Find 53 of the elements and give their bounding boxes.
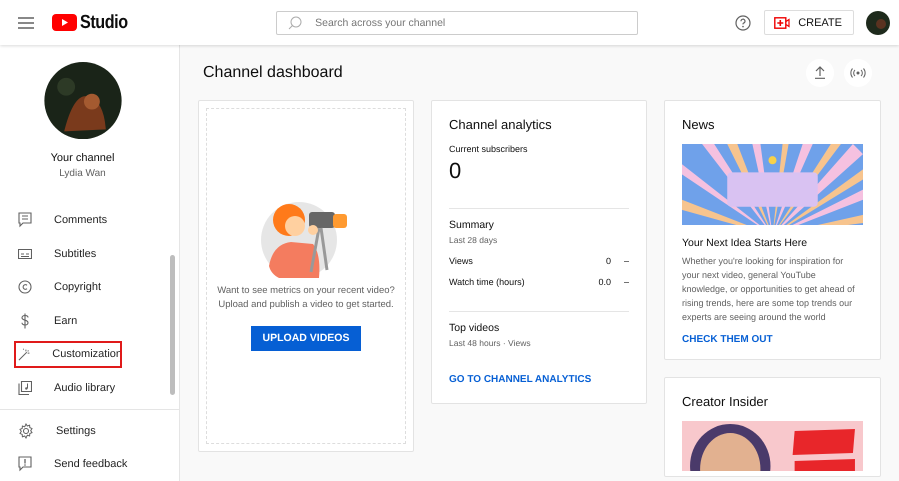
trend-mark: – — [622, 277, 629, 287]
channel-avatar[interactable] — [44, 62, 122, 140]
news-text: Whether you're looking for inspiration for your next video, general YouTube knowledge, or opportunities to get ahead of rising trends, here are some top trends our experts are seeing around the world — [682, 255, 856, 324]
video-plus-icon — [774, 16, 790, 28]
nav-item[interactable]: Subtitles — [0, 236, 179, 270]
period-label: Last 48 hours · Views — [449, 338, 532, 348]
broadcast-icon — [850, 68, 866, 78]
trend-mark: – — [622, 256, 629, 266]
feedback-icon — [18, 456, 32, 472]
period-label: Last 28 days — [449, 235, 498, 245]
live-button[interactable] — [844, 58, 872, 86]
upload-prompt: Want to see metrics on your recent video? Upload and publish a video to get started. — [216, 284, 396, 312]
scrollbar[interactable] — [170, 255, 175, 396]
channel-name: Lydia Wan — [59, 168, 106, 180]
news-headline: Your Next Idea Starts Here — [682, 237, 808, 249]
analytics-link[interactable]: GO TO CHANNEL ANALYTICS — [449, 374, 629, 385]
nav-item[interactable]: Copyright — [0, 270, 179, 304]
upload-videos-button[interactable]: UPLOAD VIDEOS — [250, 326, 362, 350]
page-title: Channel dashboard — [203, 64, 343, 82]
create-button[interactable]: CREATE — [764, 10, 854, 35]
metric-value: 0 — [606, 256, 611, 266]
subscriber-count: 0 — [449, 158, 462, 184]
nav-item[interactable]: Earn — [0, 304, 179, 338]
logo-text[interactable]: Studio — [80, 12, 128, 34]
channel-label: Your channel — [50, 152, 114, 164]
nav-item[interactable]: Audio library — [0, 371, 179, 405]
upload-icon — [814, 66, 826, 79]
metric-value: 0.0 — [598, 277, 611, 287]
metric-label: Watch time (hours) — [449, 277, 525, 287]
card-title: Creator Insider — [682, 394, 769, 409]
avatar[interactable] — [866, 10, 890, 34]
play-logo-icon[interactable] — [52, 14, 77, 31]
copyright-icon — [18, 279, 32, 296]
search-icon — [288, 16, 302, 30]
nav-item[interactable]: Customization — [14, 340, 122, 368]
section-title: Top videos — [449, 322, 500, 334]
card-title: Channel analytics — [449, 117, 553, 132]
upload-button[interactable] — [806, 58, 834, 86]
search-field[interactable]: Search across your channel — [276, 10, 638, 34]
music-library-icon — [18, 380, 32, 396]
metric-label: Views — [449, 256, 473, 266]
menu-icon[interactable] — [18, 16, 34, 28]
magic-wand-icon — [18, 346, 30, 362]
subscribers-label: Current subscribers — [449, 144, 529, 154]
nav-item[interactable]: Settings — [0, 414, 179, 448]
news-link[interactable]: CHECK THEM OUT — [682, 334, 863, 345]
help-icon[interactable] — [735, 14, 752, 30]
section-title: Summary — [449, 219, 495, 231]
comment-icon — [18, 212, 32, 228]
settings-icon — [18, 422, 34, 439]
card-title: News — [682, 117, 716, 132]
nav-item[interactable]: Send feedback — [0, 447, 179, 481]
nav-item[interactable]: Comments — [0, 203, 179, 237]
